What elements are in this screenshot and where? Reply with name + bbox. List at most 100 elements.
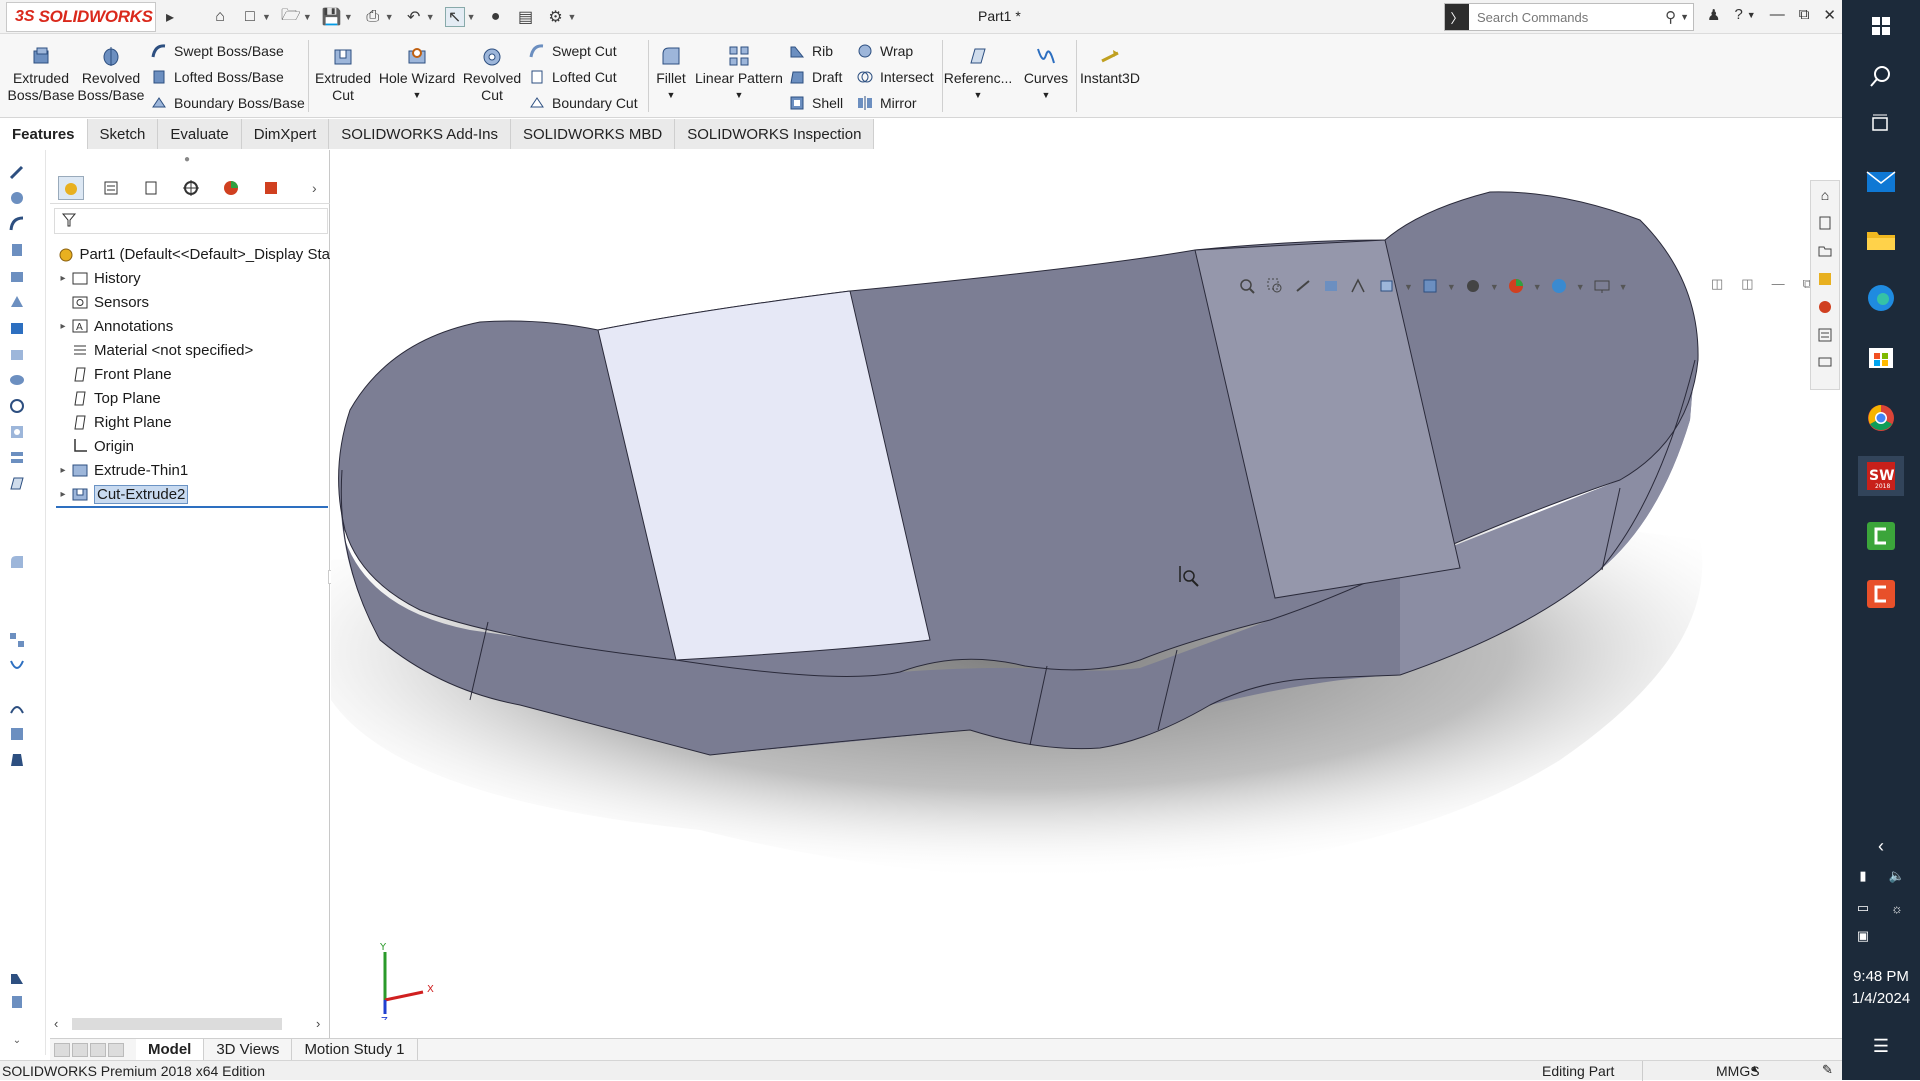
tab-features[interactable]: Features [0, 119, 88, 149]
revolve-icon[interactable] [6, 188, 28, 208]
print-icon[interactable]: ⎙ [363, 7, 383, 27]
plane-icon[interactable] [6, 474, 28, 494]
tree-item-sensors[interactable]: Sensors [52, 290, 330, 314]
tree-item-right-plane[interactable]: Right Plane [52, 410, 330, 434]
tree-filter-box[interactable] [54, 208, 328, 234]
minimize-button[interactable]: — [1770, 6, 1785, 24]
chevron-down-icon[interactable]: ▼ [667, 87, 676, 104]
mirror-icon[interactable] [6, 698, 28, 718]
extruded-cut-button[interactable]: Extruded Cut [312, 44, 374, 104]
extruded-boss-button[interactable]: Extruded Boss/Base [8, 44, 74, 104]
tab-scroll-buttons[interactable] [50, 1039, 136, 1060]
instant3d-button[interactable]: Instant3D [1078, 44, 1142, 87]
chrome-icon[interactable] [1861, 398, 1901, 438]
shell-icon[interactable] [6, 724, 28, 744]
tree-item-origin[interactable]: Origin [52, 434, 330, 458]
cut-revolve-icon[interactable] [6, 396, 28, 416]
tree-item-material[interactable]: Material <not specified> [52, 338, 330, 362]
search-icon[interactable] [1861, 56, 1901, 96]
mirror-button[interactable]: Mirror [856, 94, 917, 112]
dimxpert-manager-tab-icon[interactable] [178, 176, 204, 200]
chevron-down-icon[interactable]: ▼ [1533, 282, 1542, 296]
curve-icon[interactable] [6, 656, 28, 676]
chevron-down-icon[interactable]: ▼ [568, 12, 577, 22]
traffic-light-icon[interactable]: ● [486, 7, 506, 27]
appearances-tab-icon[interactable] [258, 176, 284, 200]
lofted-boss-button[interactable]: Lofted Boss/Base [150, 68, 284, 86]
zoom-to-fit-icon[interactable] [1236, 276, 1258, 296]
file-explorer-icon[interactable] [1861, 220, 1901, 260]
expand-icon[interactable]: ▸ [56, 321, 70, 332]
display-style-icon[interactable] [1419, 276, 1441, 296]
boundary-boss-button[interactable]: Boundary Boss/Base [150, 94, 305, 112]
options-gear-icon[interactable]: ⚙ [546, 7, 566, 27]
tree-item-extrude-thin1[interactable]: ▸ Extrude-Thin1 [52, 458, 330, 482]
rib-button[interactable]: Rib [788, 42, 833, 60]
configuration-manager-tab-icon[interactable] [138, 176, 164, 200]
cut-icon[interactable] [6, 344, 28, 364]
tab-mbd[interactable]: SOLIDWORKS MBD [511, 119, 676, 149]
tab-evaluate[interactable]: Evaluate [158, 119, 242, 149]
chevron-down-icon[interactable]: ▼ [1490, 282, 1499, 296]
home-icon[interactable]: ⌂ [210, 7, 230, 27]
panel-grip-icon[interactable]: ● [184, 154, 190, 165]
chevron-down-icon[interactable]: ▼ [344, 12, 353, 22]
tree-item-history[interactable]: ▸ History [52, 266, 330, 290]
pattern-icon[interactable] [6, 630, 28, 650]
view-palette-icon[interactable] [1811, 265, 1839, 293]
design-library-icon[interactable] [1811, 209, 1839, 237]
chevron-down-icon[interactable]: ⌄ [6, 1030, 28, 1050]
zoom-to-area-icon[interactable] [1264, 276, 1286, 296]
custom-properties-icon[interactable] [1811, 321, 1839, 349]
tree-item-cut-extrude2[interactable]: ▸ Cut-Extrude2 [52, 482, 330, 506]
shell-button[interactable]: Shell [788, 94, 843, 112]
display-manager-tab-icon[interactable] [218, 176, 244, 200]
chevron-down-icon[interactable]: ▼ [1404, 282, 1413, 296]
action-center-icon[interactable]: ☰ [1861, 1026, 1901, 1066]
dynamic-annotation-icon[interactable] [1348, 276, 1370, 296]
linear-pattern-button[interactable]: Linear Pattern ▼ [694, 44, 784, 104]
expand-icon[interactable]: ▸ [56, 273, 70, 284]
appearances-scenes-icon[interactable] [1811, 293, 1839, 321]
meet-now-icon[interactable]: ▣ [1846, 916, 1880, 956]
property-manager-tab-icon[interactable] [98, 176, 124, 200]
open-folder-icon[interactable]: 🗁 [281, 7, 301, 27]
wifi-icon[interactable]: ☼ [1880, 888, 1914, 928]
tab-add-ins[interactable]: SOLIDWORKS Add-Ins [329, 119, 511, 149]
swept-cut-button[interactable]: Swept Cut [528, 42, 617, 60]
rebuild-status-icon[interactable]: ✎ [1822, 1062, 1833, 1078]
chevron-down-icon[interactable]: ▼ [1747, 10, 1756, 24]
revolved-cut-button[interactable]: Revolved Cut [462, 44, 522, 104]
chevron-down-icon[interactable]: ▼ [413, 87, 422, 104]
expand-menu-icon[interactable]: ▸ [160, 7, 180, 27]
new-document-icon[interactable]: □ [240, 7, 260, 27]
lofted-cut-button[interactable]: Lofted Cut [528, 68, 617, 86]
hide-show-items-icon[interactable] [1462, 276, 1484, 296]
solidworks-logo[interactable]: 3S SOLIDWORKS [6, 2, 156, 32]
chevron-down-icon[interactable]: ▼ [1680, 12, 1689, 22]
fillet-button[interactable]: Fillet ▼ [652, 44, 690, 104]
scroll-right-icon[interactable]: › [316, 1016, 320, 1031]
chevron-down-icon[interactable]: ▼ [735, 87, 744, 104]
tree-root-part[interactable]: Part1 (Default<<Default>_Display Sta [52, 242, 330, 266]
scroll-left-icon[interactable]: ‹ [54, 1016, 58, 1031]
restore-button[interactable]: ⧉ [1799, 6, 1810, 24]
chevron-down-icon[interactable]: ▼ [974, 87, 983, 104]
revolved-boss-button[interactable]: Revolved Boss/Base [78, 44, 144, 104]
microsoft-store-icon[interactable] [1861, 336, 1901, 376]
extrude-icon[interactable] [6, 266, 28, 286]
task-view-icon[interactable] [1861, 104, 1901, 144]
section-view-icon[interactable] [1320, 276, 1342, 296]
curves-button[interactable]: Curves ▼ [1018, 44, 1074, 104]
surface-icon[interactable] [6, 370, 28, 390]
expand-icon[interactable]: ▸ [56, 489, 70, 500]
graphics-area[interactable]: ▼ ▼ ▼ ▼ ▼ ▼ ◫ ◫ — ⧉ ✕ Y X Z [331, 150, 1842, 1038]
user-account-icon[interactable]: ♟ [1707, 6, 1720, 24]
search-icon[interactable]: ⚲ [1665, 8, 1676, 26]
view-orientation-icon[interactable] [1376, 276, 1398, 296]
forum-icon[interactable] [1811, 349, 1839, 377]
system-clock[interactable]: 9:48 PM 1/4/2024 [1842, 966, 1920, 1010]
tab-inspection[interactable]: SOLIDWORKS Inspection [675, 119, 875, 149]
boundary-icon[interactable] [6, 292, 28, 312]
draft-icon[interactable] [6, 750, 28, 770]
